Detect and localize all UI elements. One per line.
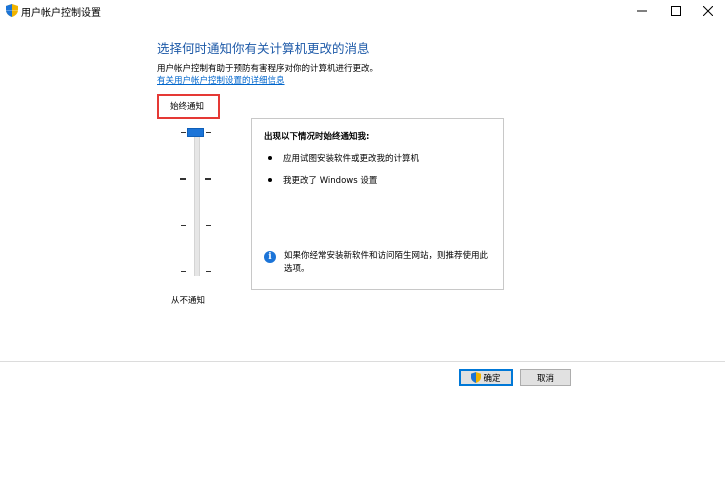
current-level-label: 始终通知 — [170, 102, 205, 112]
slider-tick — [181, 271, 186, 272]
close-button[interactable] — [691, 0, 725, 22]
slider-tick — [206, 271, 211, 272]
cancel-button[interactable]: 取消 — [520, 369, 571, 386]
footer-divider — [0, 361, 725, 362]
uac-shield-icon — [471, 372, 482, 383]
maximize-icon — [671, 6, 681, 16]
page-heading: 选择何时通知你有关计算机更改的消息 — [157, 41, 370, 56]
never-notify-label: 从不通知 — [171, 296, 206, 306]
slider-thumb[interactable] — [187, 128, 204, 137]
slider-tick — [206, 132, 211, 133]
ok-button-label: 确定 — [483, 373, 501, 384]
bullet-dot — [268, 178, 272, 182]
page-description: 用户帐户控制有助于预防有害程序对你的计算机进行更改。 — [157, 64, 379, 74]
panel-bullet: 应用试图安装软件或更改我的计算机 — [283, 154, 420, 164]
uac-shield-icon — [6, 4, 18, 17]
minimize-button[interactable] — [625, 0, 659, 22]
maximize-button[interactable] — [659, 0, 693, 22]
slider-tick — [205, 178, 211, 180]
close-icon — [703, 6, 713, 16]
panel-title: 出现以下情况时始终通知我: — [264, 132, 370, 142]
minimize-icon — [637, 10, 647, 12]
title-bar — [0, 0, 725, 22]
slider-tick — [181, 132, 186, 133]
panel-bullet: 我更改了 Windows 设置 — [283, 176, 378, 186]
slider-tick — [206, 225, 211, 226]
slider-tick — [181, 225, 186, 226]
slider-tick — [180, 178, 186, 180]
notification-slider[interactable] — [194, 130, 200, 276]
uac-details-link[interactable]: 有关用户帐户控制设置的详细信息 — [157, 74, 285, 86]
cancel-button-label: 取消 — [536, 373, 554, 384]
info-icon: i — [264, 251, 276, 263]
bullet-dot — [268, 156, 272, 160]
window-title: 用户帐户控制设置 — [21, 8, 101, 19]
ok-button[interactable]: 确定 — [459, 369, 513, 386]
panel-info-text: 如果你经常安装新软件和访问陌生网站，则推荐使用此选项。 — [284, 251, 489, 274]
